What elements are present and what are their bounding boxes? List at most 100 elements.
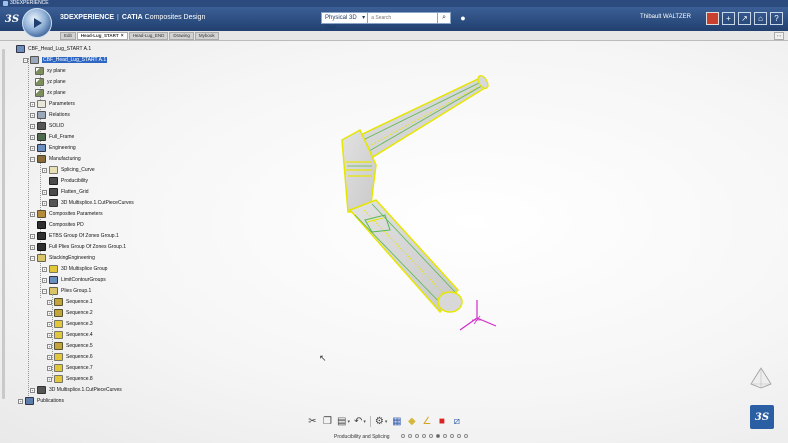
tab-head-lug-end[interactable]: Head-Lug_END <box>128 32 169 40</box>
ply-tool-icon[interactable]: ◆ <box>406 416 417 428</box>
paste-icon[interactable]: ▤ ▾ <box>337 416 350 428</box>
tree-item-solid[interactable]: + SOLID <box>30 121 64 131</box>
tree-item-etbs-group[interactable]: + ETBS Group Of Zones Group.1 <box>30 231 119 241</box>
collapse-icon[interactable]: − <box>30 156 35 162</box>
expand-icon[interactable]: + <box>47 332 52 338</box>
expand-icon[interactable]: + <box>42 277 47 283</box>
tree-item-zx-plane[interactable]: zx plane <box>35 88 66 98</box>
tree-item-sequence-3[interactable]: + Sequence.3 <box>47 319 93 329</box>
tree-item-multisplice-cutpiece-2[interactable]: + 3D Multisplice.1.CutPieceCurves <box>30 385 122 395</box>
expand-icon[interactable]: + <box>30 134 35 140</box>
tree-item-sequence-6[interactable]: + Sequence.6 <box>47 352 93 362</box>
tree-item-sequence-8[interactable]: + Sequence.8 <box>47 374 93 384</box>
collapse-icon[interactable]: − <box>30 255 35 261</box>
page-dot[interactable] <box>401 434 405 438</box>
tree-item-sequence-1[interactable]: + Sequence.1 <box>47 297 93 307</box>
ds-logo-icon[interactable]: 3S <box>0 7 24 31</box>
tree-item-manufacturing[interactable]: − Manufacturing <box>30 154 81 164</box>
angle-tool-icon[interactable]: ∠ <box>421 416 432 428</box>
tree-item-full-frame[interactable]: + Full_Frame <box>30 132 74 142</box>
tab-edit[interactable]: Edit <box>60 32 76 40</box>
page-dot[interactable] <box>422 434 426 438</box>
copy-icon[interactable]: ❐ <box>322 416 333 428</box>
help-icon[interactable]: ? <box>770 12 783 25</box>
tree-item-multisplice-group[interactable]: + 3D Multisplice Group <box>42 264 107 274</box>
tree-item-stacking-engineering[interactable]: − StackingEngineering <box>30 253 95 263</box>
view-compass-icon[interactable] <box>749 366 773 390</box>
tree-item-producibility[interactable]: Producibility <box>49 176 88 186</box>
expand-icon[interactable]: + <box>42 266 47 272</box>
compass-icon[interactable] <box>22 8 52 38</box>
tree-item-parameters[interactable]: + Parameters <box>30 99 75 109</box>
expand-icon[interactable]: + <box>47 343 52 349</box>
grid-tool-icon[interactable]: ▦ <box>391 416 402 428</box>
tree-item-sequence-2[interactable]: + Sequence.2 <box>47 308 93 318</box>
expand-icon[interactable]: + <box>42 200 47 206</box>
page-dot[interactable] <box>408 434 412 438</box>
slash-icon[interactable]: ⧄ <box>451 416 462 428</box>
tree-item-part[interactable]: − CBF_Head_Lug_START A.1 <box>23 55 108 65</box>
tree-item-sequence-7[interactable]: + Sequence.7 <box>47 363 93 373</box>
expand-icon[interactable]: + <box>42 167 47 173</box>
share-icon[interactable]: ↗ <box>738 12 751 25</box>
expand-icon[interactable]: + <box>30 112 35 118</box>
search-icon[interactable]: ⌕ <box>438 12 451 24</box>
tab-head-lug-start[interactable]: Head-Lug_START × <box>76 32 128 40</box>
tree-item-multisplice-cutpiece[interactable]: + 3D Multisplice.1.CutPieceCurves <box>42 198 134 208</box>
close-icon[interactable]: × <box>121 33 124 39</box>
expand-icon[interactable]: + <box>47 376 52 382</box>
tree-item-plies-group[interactable]: − Plies Group.1 <box>42 286 91 296</box>
page-dot[interactable] <box>415 434 419 438</box>
expand-icon[interactable]: + <box>47 299 52 305</box>
user-name[interactable]: Thibault WALTZER <box>640 14 691 20</box>
expand-icon[interactable]: + <box>30 123 35 129</box>
expand-icon[interactable]: + <box>30 387 35 393</box>
tab-drawing[interactable]: Drawing <box>169 32 194 40</box>
page-dot[interactable] <box>457 434 461 438</box>
page-dot[interactable] <box>429 434 433 438</box>
page-dot-active[interactable] <box>436 434 440 438</box>
collapse-icon[interactable]: − <box>23 57 28 63</box>
expand-icon[interactable]: + <box>47 321 52 327</box>
search-context-select[interactable]: Physical 3D Part ▾ <box>321 12 369 31</box>
avatar[interactable] <box>706 12 719 25</box>
expand-icon[interactable]: + <box>47 310 52 316</box>
tree-item-composites-parameters[interactable]: + Composites Parameters <box>30 209 103 219</box>
settings-icon[interactable]: ⚙ ▾ <box>375 416 387 428</box>
collapse-icon[interactable]: − <box>42 288 47 294</box>
expand-icon[interactable]: + <box>30 244 35 250</box>
tree-item-sequence-5[interactable]: + Sequence.5 <box>47 341 93 351</box>
add-icon[interactable]: + <box>722 12 735 25</box>
tree-item-publications[interactable]: + Publications <box>18 396 64 406</box>
stop-icon[interactable]: ■ <box>436 416 447 428</box>
tree-root[interactable]: CBF_Head_Lug_START A.1 <box>16 44 91 54</box>
cut-icon[interactable]: ✂ <box>307 416 318 428</box>
undo-icon[interactable]: ↶ ▾ <box>354 416 366 428</box>
expand-icon[interactable]: + <box>30 233 35 239</box>
tab-scroll-button[interactable]: ‹ › <box>774 32 784 40</box>
tree-item-xy-plane[interactable]: xy plane <box>35 66 66 76</box>
tree-item-flatten-grid[interactable]: + Flatten_Grid <box>42 187 89 197</box>
tree-item-full-plies-group[interactable]: + Full Plies Group Of Zones Group.1 <box>30 242 126 252</box>
expand-icon[interactable]: + <box>30 211 35 217</box>
expand-icon[interactable]: + <box>47 365 52 371</box>
expand-icon[interactable]: + <box>30 101 35 107</box>
expand-icon[interactable]: + <box>42 189 47 195</box>
tree-scrollbar[interactable] <box>0 41 6 401</box>
tree-item-composites-pd[interactable]: Composites PD <box>37 220 84 230</box>
tree-item-splicing-curve[interactable]: + Splicing_Curve <box>42 165 95 175</box>
tag-icon[interactable]: ● <box>457 12 469 24</box>
expand-icon[interactable]: + <box>18 398 23 404</box>
search-input[interactable] <box>368 12 439 24</box>
tree-item-yz-plane[interactable]: yz plane <box>35 77 66 87</box>
tree-item-sequence-4[interactable]: + Sequence.4 <box>47 330 93 340</box>
page-dot[interactable] <box>450 434 454 438</box>
page-dot[interactable] <box>464 434 468 438</box>
page-dot[interactable] <box>443 434 447 438</box>
home-icon[interactable]: ⌂ <box>754 12 767 25</box>
expand-icon[interactable]: + <box>47 354 52 360</box>
tree-item-limit-contour-groups[interactable]: + LimitContourGroups <box>42 275 106 285</box>
tree-item-engineering[interactable]: + Engineering <box>30 143 76 153</box>
ds-logo-icon[interactable]: 3S <box>750 405 774 429</box>
tree-item-relations[interactable]: + Relations <box>30 110 70 120</box>
